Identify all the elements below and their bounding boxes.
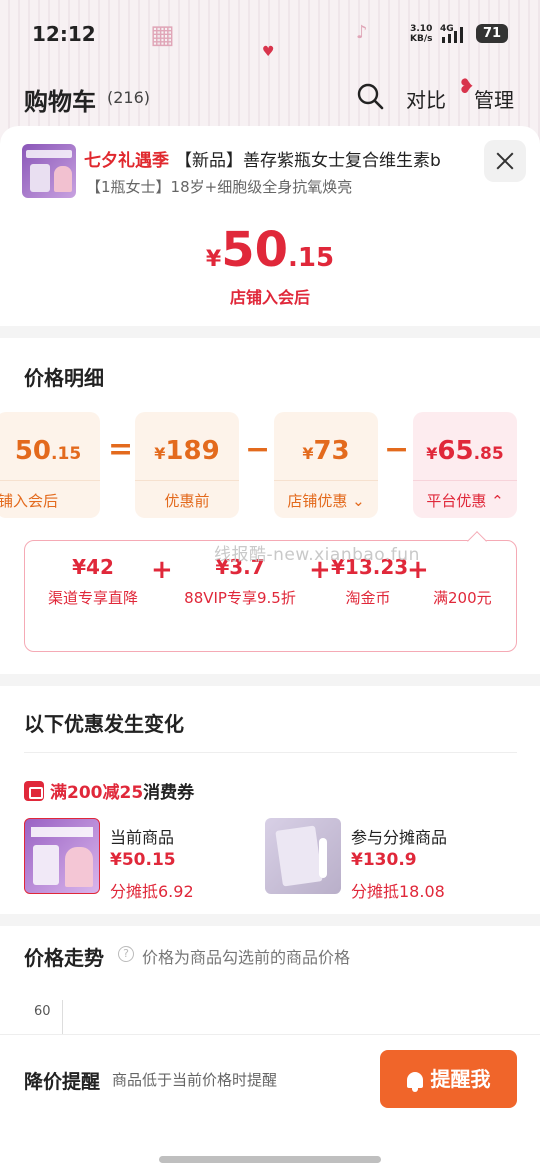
final-price: ¥50.15 — [205, 222, 335, 278]
price-detail-sheet: 七夕礼遇季 【新品】善存紫瓶女士复合维生素b 【1瓶女士】18岁+细胞级全身抗氧焕… — [0, 126, 540, 1172]
alert-description: 商品低于当前价格时提醒 — [112, 1071, 278, 1089]
product-title: 七夕礼遇季 【新品】善存紫瓶女士复合维生素b — [84, 151, 441, 171]
bow-decoration-icon: ❥ — [458, 74, 475, 98]
close-icon[interactable] — [484, 140, 526, 182]
minus-sign: − — [384, 432, 410, 467]
equals-sign: = — [108, 432, 134, 467]
page-title: 购物车 — [24, 88, 96, 116]
current-product-title: 当前商品 — [110, 828, 175, 847]
current-product-price: ¥50.15 — [110, 850, 176, 870]
compare-button[interactable]: 对比 — [406, 84, 446, 113]
window-decoration-icon: ▦ — [150, 20, 175, 50]
section-title: 以下优惠发生变化 — [24, 712, 184, 736]
search-icon[interactable] — [356, 82, 384, 110]
manage-button[interactable]: 管理 — [474, 84, 514, 113]
battery-icon: 71 — [476, 24, 508, 43]
cart-header: 购物车 (216) 对比 管理 ❥ — [0, 74, 540, 122]
watermark: 线报酷-new.xianbao.fun — [214, 545, 420, 565]
network-speed: 3.10 KB/s — [410, 24, 433, 44]
promo-tag: 七夕礼遇季 — [84, 151, 169, 171]
help-icon[interactable]: ? — [118, 946, 134, 962]
signal-icon: 4G — [440, 24, 463, 43]
product-summary: 七夕礼遇季 【新品】善存紫瓶女士复合维生素b 【1瓶女士】18岁+细胞级全身抗氧焕… — [0, 126, 540, 326]
plus-sign: + — [151, 555, 173, 585]
minus-sign: − — [245, 432, 271, 467]
shared-product-image[interactable] — [265, 818, 341, 894]
current-product-share: 分摊抵6.92 — [110, 882, 194, 901]
price-condition: 店铺入会后 — [229, 288, 310, 307]
music-note-icon: ♪ — [356, 22, 368, 43]
trend-description: 价格为商品勾选前的商品价格 — [142, 948, 351, 967]
y-axis-tick: 60 — [34, 1004, 51, 1019]
product-spec: 【1瓶女士】18岁+细胞级全身抗氧焕亮 — [86, 178, 353, 196]
shared-product-title: 参与分摊商品 — [351, 828, 448, 847]
divider — [24, 752, 517, 753]
chip-platform-discount[interactable]: ¥65.85 平台优惠 ⌃ — [413, 412, 517, 518]
clock: 12:12 — [32, 22, 96, 46]
status-bar: 12:12 ♥ ▦ ♪ 3.10 KB/s 4G 71 — [0, 0, 540, 70]
coupon-label: 满200减25消费券 — [24, 778, 194, 803]
alert-title: 降价提醒 — [24, 1071, 101, 1093]
shared-product-share: 分摊抵18.08 — [351, 882, 445, 901]
remind-me-button[interactable]: 提醒我 — [380, 1050, 517, 1108]
current-product-image — [24, 818, 100, 894]
section-title: 价格走势 — [24, 946, 104, 970]
product-thumbnail — [22, 144, 76, 198]
price-breakdown: 价格明细 50.15 铺入会后 = ¥189 优惠前 − ¥73 店铺优惠 ⌄ … — [0, 338, 540, 674]
price-drop-alert-bar: 降价提醒 商品低于当前价格时提醒 提醒我 — [0, 1034, 540, 1172]
cart-count: (216) — [107, 88, 151, 107]
home-indicator[interactable] — [159, 1156, 381, 1163]
chip-original-price: ¥189 优惠前 — [135, 412, 239, 518]
discount-item: 满200元 — [433, 589, 492, 607]
section-title: 价格明细 — [24, 366, 104, 390]
discount-change: 以下优惠发生变化 满200减25消费券 当前商品 ¥50.15 分摊抵6.92 … — [0, 686, 540, 914]
chip-store-discount[interactable]: ¥73 店铺优惠 ⌄ — [274, 412, 378, 518]
heart-decoration-icon: ♥ — [262, 44, 275, 60]
bell-icon — [406, 1072, 423, 1092]
chip-final-price: 50.15 铺入会后 — [0, 412, 100, 518]
discount-item: ¥42 渠道专享直降 — [47, 555, 138, 607]
shared-product-price: ¥130.9 — [351, 850, 417, 870]
svg-text:4G: 4G — [440, 24, 454, 34]
coupon-icon — [24, 781, 44, 801]
